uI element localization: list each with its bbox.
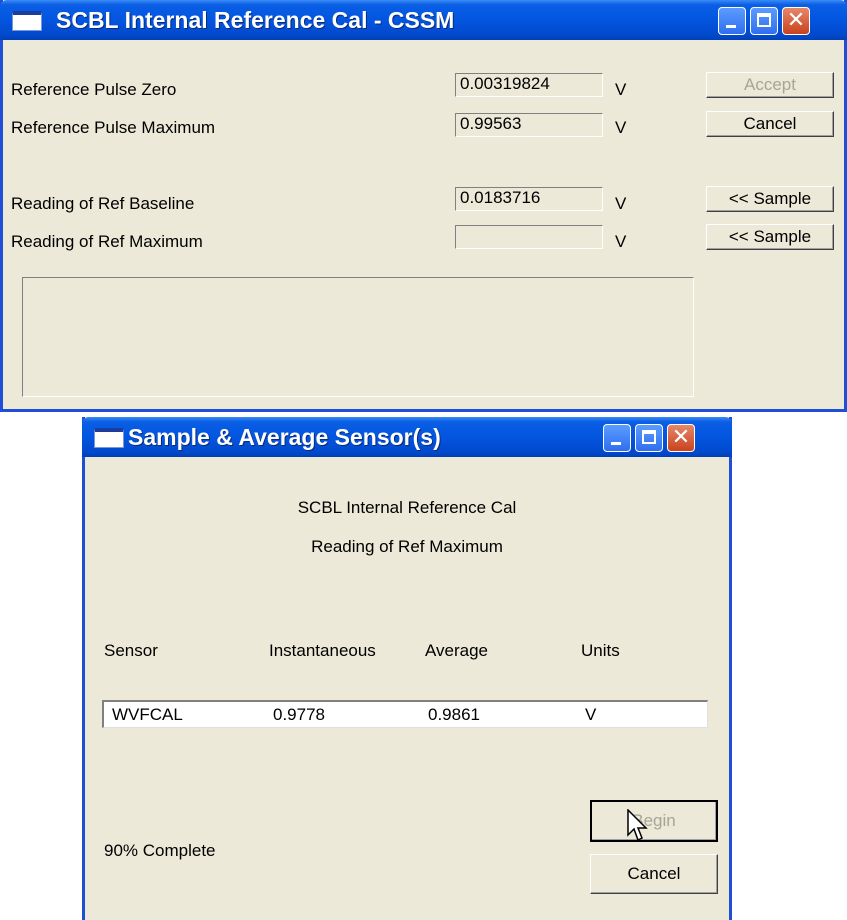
reference-cal-window: SCBL Internal Reference Cal - CSSM ✕ Ref…: [0, 0, 847, 412]
message-panel: [22, 277, 694, 397]
units-cell: V: [585, 705, 597, 724]
reading-of-ref-baseline-label: Reading of Ref Baseline: [11, 194, 195, 213]
maximize-icon: [757, 13, 771, 27]
column-header-instantaneous: Instantaneous: [269, 641, 376, 660]
accept-button[interactable]: Accept: [706, 72, 834, 98]
reference-pulse-zero-field: 0.00319824: [455, 73, 603, 97]
unit-label: V: [615, 194, 627, 213]
maximize-icon: [642, 430, 656, 444]
title-bar[interactable]: Sample & Average Sensor(s) ✕: [82, 417, 732, 457]
sensor-table-row[interactable]: WVFCAL 0.9778 0.9861 V: [102, 700, 708, 728]
window-icon: [94, 428, 124, 448]
column-header-sensor: Sensor: [104, 641, 158, 660]
sample-average-window: Sample & Average Sensor(s) ✕ SCBL Intern…: [82, 417, 732, 920]
mouse-cursor-icon: [627, 809, 648, 842]
cancel-button[interactable]: Cancel: [590, 854, 718, 894]
progress-status-text: 90% Complete: [104, 841, 216, 860]
window-icon: [12, 11, 42, 31]
reading-of-ref-maximum-label: Reading of Ref Maximum: [11, 232, 203, 251]
heading-title: SCBL Internal Reference Cal: [297, 498, 517, 517]
title-bar[interactable]: SCBL Internal Reference Cal - CSSM ✕: [0, 0, 847, 40]
close-button[interactable]: ✕: [782, 7, 810, 35]
maximize-button[interactable]: [750, 7, 778, 35]
maximize-button[interactable]: [635, 424, 663, 452]
sensor-cell: WVFCAL: [112, 705, 183, 724]
minimize-icon: [611, 442, 621, 445]
sample-baseline-button[interactable]: << Sample: [706, 186, 834, 212]
reference-pulse-maximum-field: 0.99563: [455, 113, 603, 137]
instantaneous-cell: 0.9778: [273, 705, 325, 724]
heading-subtitle: Reading of Ref Maximum: [311, 537, 503, 556]
unit-label: V: [615, 118, 627, 137]
reading-of-ref-maximum-field: [455, 225, 603, 249]
unit-label: V: [615, 232, 627, 251]
minimize-icon: [726, 25, 736, 28]
reading-of-ref-baseline-field: 0.0183716: [455, 187, 603, 211]
column-header-average: Average: [425, 641, 489, 660]
column-header-units: Units: [581, 641, 620, 660]
reference-pulse-zero-label: Reference Pulse Zero: [11, 80, 177, 99]
close-icon: ✕: [671, 425, 691, 450]
unit-label: V: [615, 80, 627, 99]
cancel-button[interactable]: Cancel: [706, 111, 834, 137]
sample-maximum-button[interactable]: << Sample: [706, 224, 834, 250]
close-button[interactable]: ✕: [667, 424, 695, 452]
reference-pulse-maximum-label: Reference Pulse Maximum: [11, 118, 216, 137]
minimize-button[interactable]: [718, 7, 746, 35]
minimize-button[interactable]: [603, 424, 631, 452]
close-icon: ✕: [786, 8, 806, 33]
begin-button[interactable]: Begin: [590, 800, 718, 842]
average-cell: 0.9861: [428, 705, 480, 724]
window-title: SCBL Internal Reference Cal - CSSM: [56, 7, 455, 33]
window-title: Sample & Average Sensor(s): [128, 424, 441, 450]
